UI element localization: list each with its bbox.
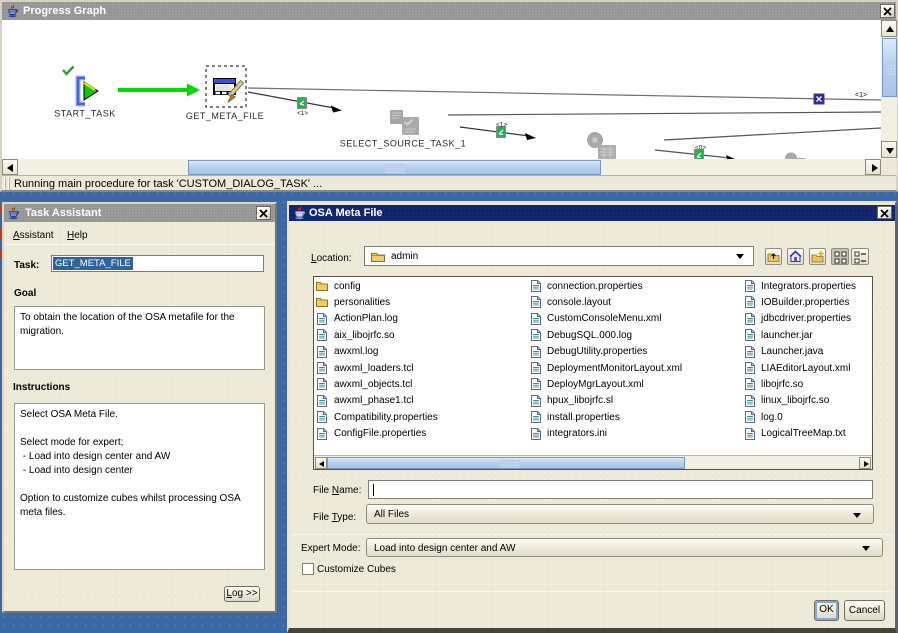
- svg-text:<1>: <1>: [496, 122, 507, 129]
- svg-text:START_TASK: START_TASK: [54, 109, 116, 119]
- svg-text:<1>: <1>: [297, 110, 308, 117]
- svg-text:SELECT_SOURCE_TASK_1: SELECT_SOURCE_TASK_1: [340, 139, 466, 149]
- svg-text:GET_META_FILE: GET_META_FILE: [186, 111, 264, 121]
- svg-text:<1>: <1>: [855, 92, 867, 99]
- svg-text:<0>: <0>: [695, 145, 706, 152]
